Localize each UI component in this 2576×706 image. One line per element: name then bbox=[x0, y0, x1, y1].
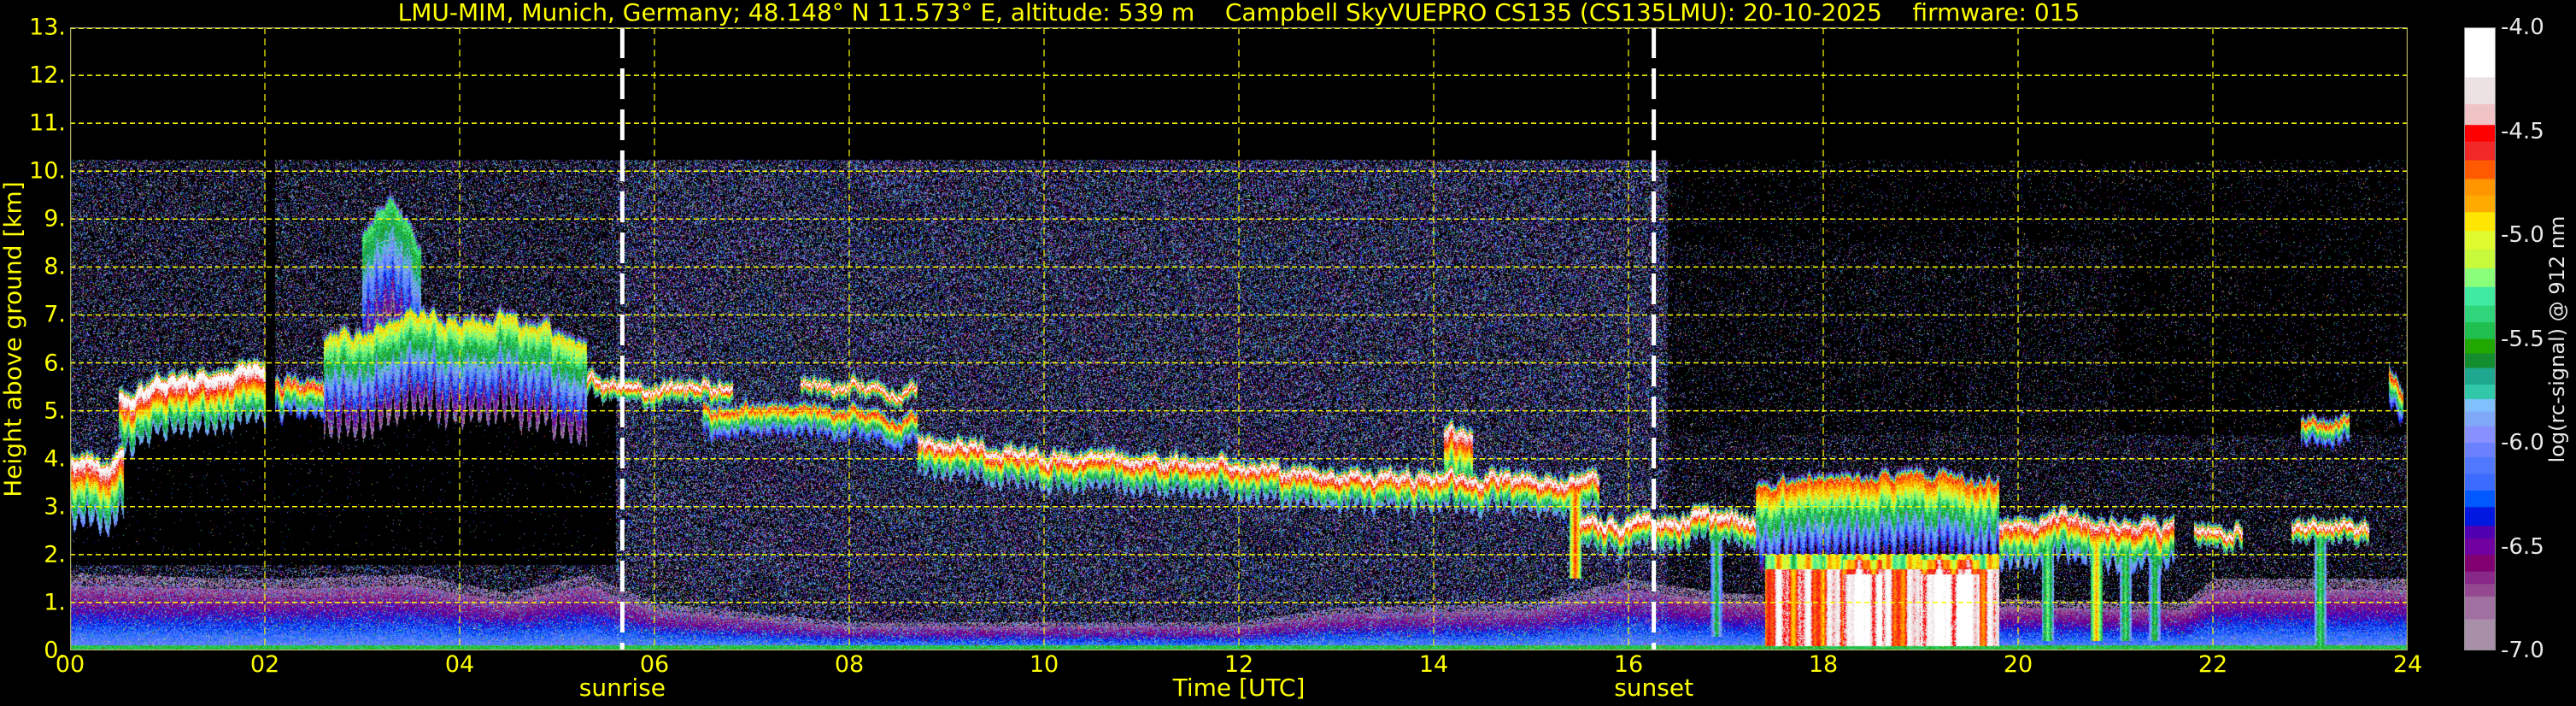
x-tick-label: 20 bbox=[2003, 651, 2033, 678]
chart-title: LMU-MIM, Munich, Germany; 48.148° N 11.5… bbox=[397, 0, 2080, 26]
x-tick-label: 24 bbox=[2392, 651, 2423, 678]
colorbar-bin bbox=[2464, 426, 2496, 444]
plot-overlay bbox=[70, 27, 2408, 650]
y-tick-label: 4. bbox=[44, 445, 66, 473]
colorbar-bin bbox=[2464, 141, 2496, 162]
colorbar-bin bbox=[2464, 571, 2496, 585]
colorbar-bin bbox=[2464, 160, 2496, 179]
colorbar-bin bbox=[2464, 555, 2496, 573]
y-tick-label: 5. bbox=[44, 397, 66, 425]
colorbar-bin bbox=[2464, 212, 2496, 232]
colorbar-bin bbox=[2464, 368, 2496, 385]
colorbar bbox=[2464, 27, 2496, 650]
colorbar-bin bbox=[2464, 526, 2496, 539]
colorbar-bin bbox=[2464, 77, 2496, 105]
x-tick-label: 14 bbox=[1418, 651, 1449, 678]
x-axis-label: Time [UTC] bbox=[1172, 674, 1306, 702]
colorbar-bin bbox=[2464, 338, 2496, 355]
colorbar-bin bbox=[2464, 250, 2496, 269]
plot-area bbox=[70, 27, 2408, 650]
colorbar-bin bbox=[2464, 398, 2496, 413]
x-tick-label: 02 bbox=[249, 651, 280, 678]
x-tick-label: 22 bbox=[2198, 651, 2228, 678]
x-tick-label: 00 bbox=[55, 651, 85, 678]
colorbar-bin bbox=[2464, 538, 2496, 556]
colorbar-bin bbox=[2464, 474, 2496, 491]
colorbar-tick-label: -6.0 bbox=[2501, 430, 2544, 456]
y-tick-label: 2. bbox=[44, 541, 66, 568]
colorbar-bin bbox=[2464, 103, 2496, 126]
y-tick-label: 6. bbox=[44, 350, 66, 377]
y-tick-label: 13. bbox=[29, 14, 66, 41]
colorbar-bin bbox=[2464, 27, 2496, 78]
y-tick-label: 7. bbox=[44, 301, 66, 328]
colorbar-bin bbox=[2464, 305, 2496, 323]
colorbar-bin bbox=[2464, 286, 2496, 307]
colorbar-bin bbox=[2464, 490, 2496, 508]
y-tick-label: 11. bbox=[29, 109, 66, 137]
y-tick-label: 3. bbox=[44, 493, 66, 521]
colorbar-tick-label: -5.0 bbox=[2501, 222, 2544, 248]
colorbar-bin bbox=[2464, 353, 2496, 369]
colorbar-bin bbox=[2464, 384, 2496, 400]
sunrise-label: sunrise bbox=[578, 674, 666, 702]
colorbar-bin bbox=[2464, 457, 2496, 474]
y-tick-label: 10. bbox=[29, 157, 66, 185]
colorbar-tick-label: -6.5 bbox=[2501, 533, 2544, 560]
colorbar-bin bbox=[2464, 596, 2496, 621]
colorbar-bin bbox=[2464, 619, 2496, 650]
colorbar-tick-label: -4.0 bbox=[2501, 15, 2544, 40]
x-tick-label: 18 bbox=[1808, 651, 1839, 678]
x-tick-label: 04 bbox=[444, 651, 475, 678]
x-tick-label: 08 bbox=[834, 651, 865, 678]
colorbar-bin bbox=[2464, 179, 2496, 197]
colorbar-bin bbox=[2464, 231, 2496, 250]
colorbar-label: log(rc-signal) @ 912 nm bbox=[2545, 215, 2569, 463]
y-tick-label: 9. bbox=[44, 205, 66, 232]
colorbar-tick-label: -5.5 bbox=[2501, 326, 2544, 352]
colorbar-bin bbox=[2464, 584, 2496, 597]
colorbar-bin bbox=[2464, 411, 2496, 427]
y-tick-label: 8. bbox=[44, 253, 66, 280]
colorbar-tick-label: -4.5 bbox=[2501, 118, 2544, 144]
colorbar-bin bbox=[2464, 507, 2496, 527]
x-tick-label: 10 bbox=[1029, 651, 1059, 678]
colorbar-bin bbox=[2464, 195, 2496, 213]
y-tick-label: 12. bbox=[29, 62, 66, 89]
colorbar-bin bbox=[2464, 125, 2496, 143]
y-axis-label: Height above ground [km] bbox=[0, 181, 27, 497]
colorbar-bin bbox=[2464, 322, 2496, 339]
colorbar-bin bbox=[2464, 443, 2496, 458]
y-tick-label: 1. bbox=[44, 589, 66, 616]
colorbar-bin bbox=[2464, 268, 2496, 288]
sunset-label: sunset bbox=[1614, 674, 1694, 702]
colorbar-tick-label: -7.0 bbox=[2501, 638, 2544, 663]
